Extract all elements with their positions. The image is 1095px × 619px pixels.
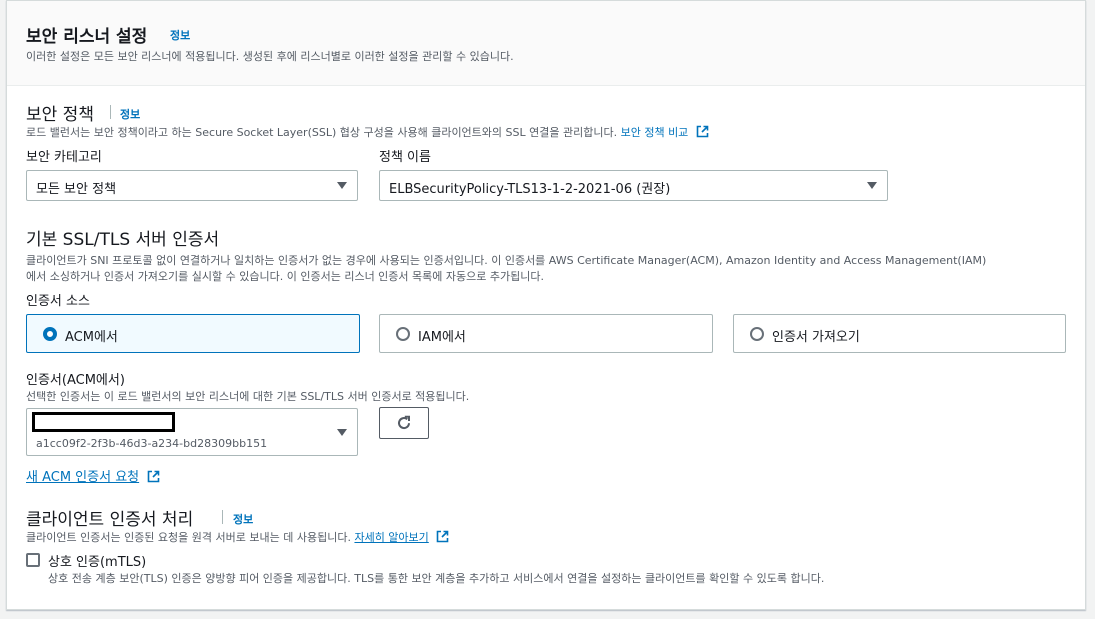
- external-link-icon: [436, 530, 449, 543]
- refresh-button[interactable]: [379, 407, 429, 439]
- page-title: 보안 리스너 설정: [26, 27, 148, 47]
- refresh-icon: [398, 415, 410, 430]
- client-cert-info-link[interactable]: 정보: [233, 511, 253, 527]
- source-tile-label: ACM에서: [65, 330, 118, 345]
- acm-certificate-select[interactable]: a1cc09f2-2f3b-46d3-a234-bd28309bb151: [26, 408, 358, 456]
- source-tile-label: 인증서 가져오기: [772, 330, 860, 345]
- header-description: 이러한 설정은 모든 보안 리스너에 적용됩니다. 생성된 후에 리스너별로 이…: [26, 50, 514, 63]
- policy-description-text: 로드 밸런서는 보안 정책이라고 하는 Secure Socket Layer(…: [26, 126, 618, 139]
- external-link-icon: [147, 470, 160, 483]
- chevron-down-icon: [867, 182, 877, 189]
- security-category-select[interactable]: 모든 보안 정책: [26, 170, 358, 201]
- panel-header: [7, 1, 1085, 86]
- security-category-value: 모든 보안 정책: [36, 182, 117, 197]
- radio-unselected-icon: [396, 327, 410, 341]
- acm-certificate-label: 인증서(ACM에서): [26, 373, 125, 388]
- request-certificate-row: 새 ACM 인증서 요청: [26, 466, 160, 485]
- radio-selected-icon: [43, 327, 57, 341]
- policy-section-title: 보안 정책: [26, 105, 94, 125]
- request-acm-certificate-link[interactable]: 새 ACM 인증서 요청: [26, 470, 139, 485]
- external-link-icon: [696, 125, 709, 138]
- client-cert-description-text: 클라이언트 인증서는 인증된 요청을 원격 서버로 보내는 데 사용됩니다.: [26, 531, 351, 544]
- category-label: 보안 카테고리: [26, 150, 102, 165]
- compare-policies-link[interactable]: 보안 정책 비교: [621, 126, 689, 139]
- source-tile-iam[interactable]: IAM에서: [379, 314, 713, 353]
- separator: [110, 105, 111, 119]
- mtls-description: 상호 전송 계층 보안(TLS) 인증은 양방향 피어 인증을 제공합니다. T…: [48, 572, 825, 585]
- policy-info-link[interactable]: 정보: [120, 106, 140, 122]
- header-info-link[interactable]: 정보: [170, 27, 190, 43]
- certificate-source-label: 인증서 소스: [26, 294, 90, 309]
- separator: [222, 510, 223, 524]
- acm-certificate-description: 선택한 인증서는 이 로드 밸런서의 보안 리스너에 대한 기본 SSL/TLS…: [26, 390, 470, 403]
- policy-name-label: 정책 이름: [379, 150, 431, 165]
- policy-name-select[interactable]: ELBSecurityPolicy-TLS13-1-2-2021-06 (권장): [379, 170, 888, 201]
- source-tile-import[interactable]: 인증서 가져오기: [733, 314, 1066, 353]
- mtls-label[interactable]: 상호 인증(mTLS): [48, 551, 146, 570]
- chevron-down-icon: [337, 429, 347, 436]
- redacted-certificate-name: [32, 412, 175, 432]
- client-cert-description: 클라이언트 인증서는 인증된 요청을 원격 서버로 보내는 데 사용됩니다. 자…: [26, 529, 449, 545]
- source-tile-label: IAM에서: [418, 330, 466, 345]
- learn-more-link[interactable]: 자세히 알아보기: [354, 531, 428, 544]
- mtls-checkbox[interactable]: [26, 553, 40, 567]
- policy-description: 로드 밸런서는 보안 정책이라고 하는 Secure Socket Layer(…: [26, 124, 709, 140]
- radio-unselected-icon: [750, 327, 764, 341]
- certificate-description-line2: 에서 소싱하거나 인증서 가져오기를 실시할 수 있습니다. 이 인증서는 리스…: [26, 270, 544, 283]
- client-cert-section-title: 클라이언트 인증서 처리: [26, 510, 194, 530]
- certificate-description-line1: 클라이언트가 SNI 프로토콜 없이 연결하거나 일치하는 인증서가 없는 경우…: [26, 254, 987, 267]
- source-tile-acm[interactable]: ACM에서: [26, 314, 360, 353]
- chevron-down-icon: [337, 182, 347, 189]
- certificate-id: a1cc09f2-2f3b-46d3-a234-bd28309bb151: [36, 437, 268, 450]
- policy-name-value: ELBSecurityPolicy-TLS13-1-2-2021-06 (권장): [389, 182, 671, 197]
- certificate-section-title: 기본 SSL/TLS 서버 인증서: [26, 230, 220, 250]
